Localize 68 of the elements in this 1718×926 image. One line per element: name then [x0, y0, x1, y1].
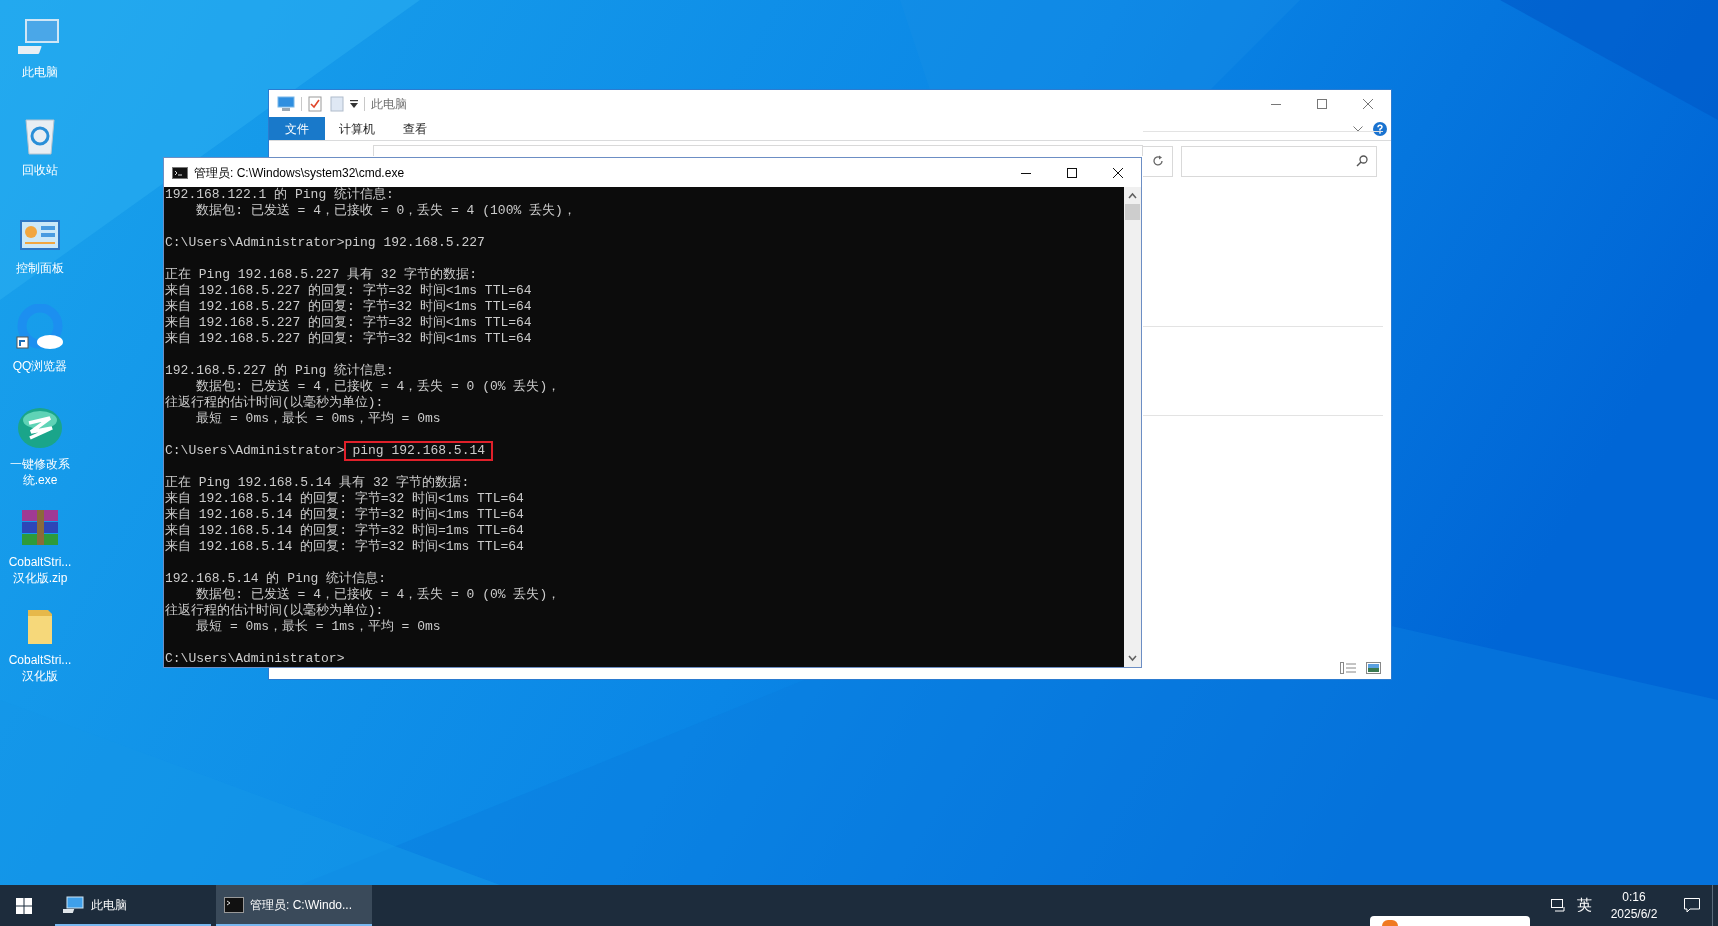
ribbon-tab[interactable]: 查看	[389, 117, 441, 140]
maximize-icon	[1317, 98, 1327, 109]
console-line: 往返行程的估计时间(以毫秒为单位):	[165, 395, 384, 411]
console-line: 来自 192.168.5.227 的回复: 字节=32 时间<1ms TTL=64	[165, 283, 532, 299]
console-line: 来自 192.168.5.14 的回复: 字节=32 时间<1ms TTL=64	[165, 491, 524, 507]
input-method-indicator[interactable]: 英	[1572, 885, 1596, 926]
icon-label[interactable]: CobaltStri... 汉化版	[0, 652, 80, 684]
close-icon	[1113, 167, 1123, 178]
icon-label[interactable]: 控制面板	[0, 260, 80, 276]
console-icon	[172, 166, 188, 179]
console-line: 正在 Ping 192.168.5.227 具有 32 字节的数据:	[165, 267, 478, 283]
large-icons-view-icon[interactable]	[1366, 662, 1381, 674]
ribbon-tab[interactable]: 计算机	[325, 117, 389, 140]
highlighted-command: ping 192.168.5.14	[346, 443, 492, 459]
scrollbar-thumb[interactable]	[1125, 204, 1140, 220]
dropdown-arrow-icon[interactable]	[350, 98, 358, 109]
console-line: 数据包: 已发送 = 4，已接收 = 4，丢失 = 0 (0% 丢失)，	[195, 587, 561, 603]
command-prompt: C:\Users\Administrator>	[165, 443, 345, 459]
taskbar-button[interactable]: 此电脑	[55, 885, 211, 926]
command-prompt: C:\Users\Administrator>	[165, 235, 345, 251]
icon-label[interactable]: 此电脑	[0, 64, 80, 80]
console-line: 192.168.5.227 的 Ping 统计信息:	[165, 363, 394, 379]
console-line: 最短 = 0ms，最长 = 0ms，平均 = 0ms	[195, 411, 441, 427]
console-line: 来自 192.168.5.14 的回复: 字节=32 时间<1ms TTL=64	[165, 539, 524, 555]
close-icon	[1363, 98, 1373, 109]
search-icon	[1356, 155, 1368, 167]
speech-bubble-icon	[1684, 898, 1700, 913]
icon-label[interactable]: 回收站	[0, 162, 80, 178]
details-view-icon[interactable]	[1340, 662, 1356, 674]
properties-icon[interactable]	[308, 95, 322, 112]
refresh-icon	[1151, 155, 1164, 167]
refresh-button[interactable]	[1143, 145, 1173, 177]
monitor-icon	[63, 895, 85, 914]
search-field[interactable]	[1181, 145, 1377, 177]
console-line: 最短 = 0ms，最长 = 1ms，平均 = 0ms	[195, 619, 441, 635]
monitor-icon	[277, 95, 295, 112]
console-line: 来自 192.168.5.227 的回复: 字节=32 时间<1ms TTL=64	[165, 299, 532, 315]
maximize-icon	[1067, 167, 1077, 178]
console-line: 192.168.122.1 的 Ping 统计信息:	[165, 187, 394, 203]
clock[interactable]: 0:16 2025/6/2	[1596, 885, 1672, 926]
icon-label[interactable]: CobaltStri... 汉化版.zip	[0, 554, 80, 586]
console-line: 来自 192.168.5.227 的回复: 字节=32 时间<1ms TTL=64	[165, 331, 532, 347]
icon-label[interactable]: QQ浏览器	[0, 358, 80, 374]
icon-label[interactable]: 一键修改系 统.exe	[0, 456, 80, 488]
network-drawing	[1551, 898, 1567, 913]
archive-books-icon[interactable]	[19, 508, 61, 548]
command-prompt: C:\Users\Administrator>	[165, 651, 345, 667]
swirl-logo-icon[interactable]	[16, 406, 64, 450]
console-line: 往返行程的估计时间(以毫秒为单位):	[165, 603, 384, 619]
console-line: 来自 192.168.5.14 的回复: 字节=32 时间=1ms TTL=64	[165, 523, 524, 539]
console-line: 来自 192.168.5.14 的回复: 字节=32 时间<1ms TTL=64	[165, 507, 524, 523]
ribbon-tab[interactable]: 文件	[269, 117, 325, 140]
console-line: 来自 192.168.5.227 的回复: 字节=32 时间<1ms TTL=64	[165, 315, 532, 331]
command-text: ping 192.168.5.227	[344, 235, 485, 251]
taskbar-button[interactable]: 管理员: C:\Windo...	[216, 885, 372, 926]
browser-icon[interactable]	[15, 304, 65, 352]
chevron-down-icon[interactable]	[1353, 125, 1363, 132]
console-icon	[224, 896, 244, 913]
window-title: 管理员: C:\Windows\system32\cmd.exe	[194, 164, 405, 182]
console-line: 数据包: 已发送 = 4，已接收 = 0，丢失 = 4 (100% 丢失)，	[195, 203, 576, 219]
windows-logo-icon	[16, 897, 32, 914]
console-line: 数据包: 已发送 = 4，已接收 = 4，丢失 = 0 (0% 丢失)，	[195, 379, 561, 395]
window-title: 此电脑	[371, 95, 407, 113]
console-line: 正在 Ping 192.168.5.14 具有 32 字节的数据:	[165, 475, 470, 491]
console-line: 192.168.5.14 的 Ping 统计信息:	[165, 571, 387, 587]
help-icon[interactable]	[1373, 121, 1387, 136]
scrollbar[interactable]	[1124, 187, 1141, 667]
address-field[interactable]	[373, 145, 1143, 156]
